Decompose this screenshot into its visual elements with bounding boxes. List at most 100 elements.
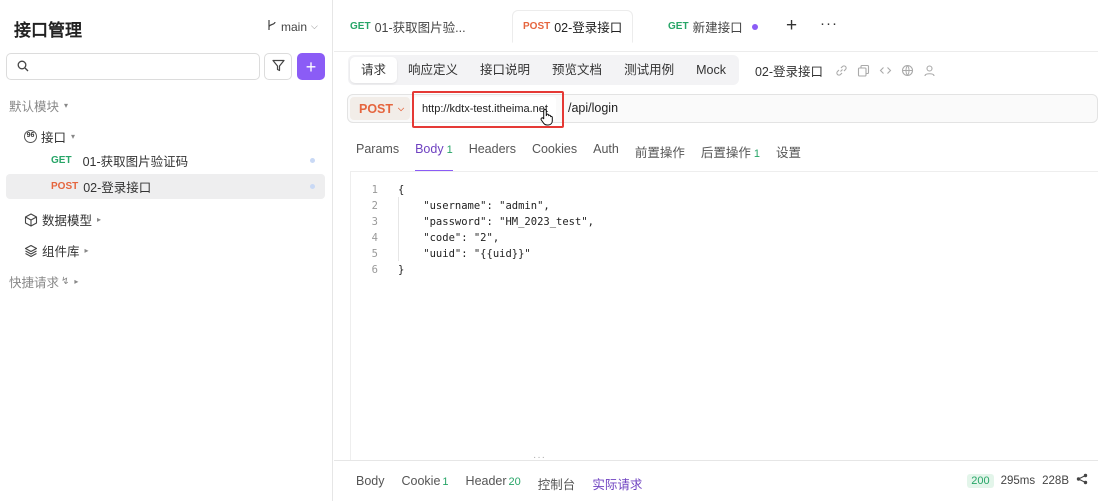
method-select[interactable]: POST ⌵ bbox=[350, 97, 410, 120]
tab-response-body[interactable]: Body bbox=[356, 474, 385, 493]
new-tab-button[interactable]: + bbox=[786, 16, 797, 35]
count-badge: 1 bbox=[446, 144, 453, 156]
components-label: 组件库 bbox=[42, 245, 80, 259]
quick-request-label: 快捷请求 bbox=[9, 276, 60, 290]
tab-label: Body bbox=[415, 142, 444, 156]
tab-label: 01-获取图片验... bbox=[374, 21, 466, 35]
status-dot bbox=[310, 184, 315, 189]
module-default[interactable]: 默认模块 ▾ bbox=[9, 96, 68, 115]
tab-response-header[interactable]: Header 20 bbox=[466, 474, 521, 493]
tab-label: Headers bbox=[468, 142, 516, 156]
body-code-editor[interactable]: 1{ 2 "username": "admin", 3 "password": … bbox=[350, 172, 1098, 460]
sidebar-title: 接口管理 bbox=[14, 21, 82, 41]
tab-headers[interactable]: Headers bbox=[469, 142, 516, 166]
caret-down-icon: ▾ bbox=[64, 101, 69, 110]
method-badge: GET bbox=[668, 21, 689, 32]
tab-request[interactable]: 请求 bbox=[350, 57, 398, 83]
sidebar-item-data-model[interactable]: 数据模型 ▸ bbox=[24, 210, 101, 229]
tab-cookies[interactable]: Cookies bbox=[532, 142, 577, 166]
tab-preview-doc[interactable]: 预览文档 bbox=[541, 57, 613, 83]
code-line: 2 "username": "admin", bbox=[351, 198, 550, 214]
tab-label: 02-登录接口 bbox=[554, 21, 623, 35]
tab-label: 实际请求 bbox=[592, 478, 643, 492]
method-badge: GET bbox=[51, 155, 72, 166]
filter-button[interactable] bbox=[264, 53, 292, 80]
branch-icon bbox=[267, 19, 277, 34]
tab-response-def[interactable]: 响应定义 bbox=[397, 57, 469, 83]
request-tabs: Params Body 1 Headers Cookies Auth 前置操作 后… bbox=[356, 142, 801, 172]
folder-api[interactable]: 96 接口 ▾ bbox=[24, 127, 75, 146]
share-icon[interactable] bbox=[1076, 473, 1088, 488]
code-text: "password": "HM_2023_test", bbox=[398, 216, 594, 228]
tab-label: 前置操作 bbox=[634, 146, 685, 160]
code-line: 6} bbox=[351, 262, 405, 278]
tab-response-cookie[interactable]: Cookie 1 bbox=[402, 474, 449, 493]
branch-selector[interactable]: main ⌵ bbox=[267, 19, 318, 34]
tab-actual-request[interactable]: 实际请求 bbox=[592, 474, 642, 493]
user-icon[interactable] bbox=[923, 64, 936, 77]
api-folder-icon: 96 bbox=[24, 130, 37, 143]
tab-label: Cookies bbox=[531, 142, 578, 156]
sidebar: 接口管理 main ⌵ + 默认模块 ▾ 96 接口 ▾ GET 01-获取图片… bbox=[0, 0, 333, 501]
tab-label: Auth bbox=[593, 142, 619, 156]
tab-body[interactable]: Body 1 bbox=[415, 142, 453, 172]
tab-new-api[interactable]: GET 新建接口 bbox=[658, 10, 768, 43]
more-icon[interactable]: ··· bbox=[820, 16, 838, 31]
tab-api-doc[interactable]: 接口说明 bbox=[469, 57, 541, 83]
code-text: "username": "admin", bbox=[398, 200, 550, 212]
api-item-label: 01-获取图片验证码 bbox=[82, 155, 189, 169]
layers-icon bbox=[24, 244, 38, 258]
filter-icon bbox=[271, 59, 285, 75]
code-icon[interactable] bbox=[879, 64, 892, 77]
count-badge: 1 bbox=[442, 476, 449, 488]
tab-auth[interactable]: Auth bbox=[593, 142, 619, 166]
copy-icon[interactable] bbox=[857, 64, 870, 77]
tab-test-cases[interactable]: 测试用例 bbox=[613, 57, 685, 83]
method-badge: POST bbox=[51, 181, 79, 192]
add-button[interactable]: + bbox=[297, 53, 325, 80]
sidebar-item-login[interactable]: POST 02-登录接口 bbox=[6, 174, 325, 199]
count-badge: 20 bbox=[508, 476, 521, 488]
tab-params[interactable]: Params bbox=[356, 142, 399, 166]
tab-label: 后置操作 bbox=[700, 146, 751, 160]
method-badge: GET bbox=[350, 21, 371, 32]
tab-settings[interactable]: 设置 bbox=[776, 142, 801, 166]
link-icon[interactable] bbox=[835, 64, 848, 77]
chevron-down-icon: ⌵ bbox=[398, 103, 405, 113]
code-text: "uuid": "{{uid}}" bbox=[398, 248, 531, 260]
caret-down-icon: ▾ bbox=[71, 132, 76, 141]
line-number: 2 bbox=[371, 200, 378, 212]
search-input[interactable] bbox=[6, 53, 260, 80]
tab-post-ops[interactable]: 后置操作 1 bbox=[701, 142, 760, 166]
tab-login[interactable]: POST 02-登录接口 bbox=[512, 10, 634, 43]
status-badge: 200 bbox=[967, 473, 994, 488]
tab-label: Cookie bbox=[401, 474, 441, 488]
sidebar-item-quick-request[interactable]: 快捷请求 ↯ ▸ bbox=[9, 272, 78, 291]
sidebar-item-components[interactable]: 组件库 ▸ bbox=[24, 241, 89, 260]
tab-get-captcha[interactable]: GET 01-获取图片验... bbox=[340, 10, 476, 43]
tab-pre-ops[interactable]: 前置操作 bbox=[635, 142, 685, 166]
tab-console[interactable]: 控制台 bbox=[538, 474, 576, 493]
branch-name: main bbox=[281, 19, 308, 34]
tab-mock[interactable]: Mock bbox=[685, 57, 737, 83]
code-line: 4 "code": "2", bbox=[351, 230, 499, 246]
view-segmented-control: 请求 响应定义 接口说明 预览文档 测试用例 Mock bbox=[348, 55, 739, 85]
code-line: 5 "uuid": "{{uid}}" bbox=[351, 246, 531, 262]
globe-icon[interactable] bbox=[901, 64, 914, 77]
caret-right-icon: ▸ bbox=[74, 277, 79, 286]
response-size: 228B bbox=[1042, 474, 1069, 487]
count-badge: 1 bbox=[753, 148, 760, 160]
request-subtoolbar: 请求 响应定义 接口说明 预览文档 测试用例 Mock 02-登录接口 bbox=[348, 55, 1098, 85]
tab-label: Body bbox=[356, 474, 385, 488]
code-line: 1{ bbox=[351, 182, 405, 198]
tab-label: 控制台 bbox=[537, 478, 576, 492]
response-stats: 200 295ms 228B bbox=[967, 473, 1088, 488]
data-model-label: 数据模型 bbox=[42, 214, 93, 228]
url-path-input[interactable]: /api/login bbox=[568, 101, 618, 115]
folder-label: 接口 bbox=[41, 131, 67, 145]
api-name[interactable]: 02-登录接口 bbox=[755, 61, 823, 80]
response-bar: Body Cookie 1 Header 20 控制台 实际请求 200 295ms… bbox=[334, 460, 1098, 501]
sidebar-item-get-captcha[interactable]: GET 01-获取图片验证码 bbox=[6, 148, 325, 173]
tab-label: 新建接口 bbox=[692, 21, 743, 35]
tab-label: Params bbox=[356, 142, 400, 156]
